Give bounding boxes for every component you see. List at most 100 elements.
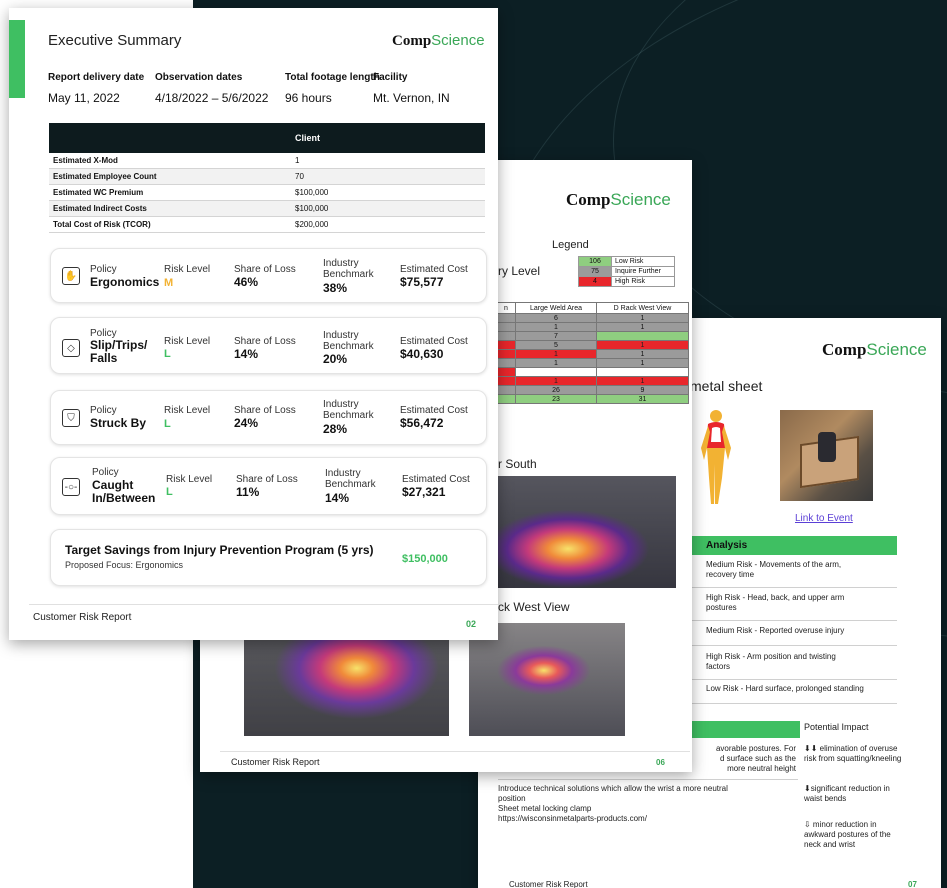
industry-benchmark-value: 38% [323,281,348,295]
heatmap-caption: ck West View [498,600,570,614]
compscience-logo: CompScience [822,340,927,359]
table-header-empty [49,123,291,153]
divider [220,751,690,752]
meta-value-delivery: May 11, 2022 [48,91,120,105]
legend-title: Legend [552,239,589,251]
industry-benchmark-value: 14% [325,491,350,505]
industry-benchmark-label: Industry Benchmark [325,468,376,490]
risk-level-label: Risk Level [164,264,211,275]
compscience-logo: CompScience [392,32,485,49]
meta-label-observation: Observation dates [155,72,243,83]
proposed-focus: Proposed Focus: Ergonomics [65,560,184,570]
policy-card-caught-in-between[interactable]: -○- Policy Caught In/Between Risk Level … [50,457,487,515]
table-row-value: $100,000 [291,200,485,217]
industry-benchmark-label: Industry Benchmark [323,258,374,280]
legend-label: Low Risk [611,256,675,267]
recommendation-text: avorable postures. For d surface such as… [715,744,796,773]
grid-cell [515,367,597,377]
share-of-loss-value: 14% [234,347,259,361]
grid-cell: 26 [515,385,597,395]
page-number: 02 [466,619,477,629]
policy-card-slip-trips-falls[interactable]: ◇ Policy Slip/Trips/ Falls Risk Level L … [50,317,487,374]
grid-cell [596,331,689,341]
divider [29,604,498,605]
compscience-logo: CompScience [566,190,671,209]
grid-cell: 6 [515,313,597,323]
table-row-label: Estimated Employee Count [49,168,291,185]
table-row-value: 70 [291,168,485,185]
policy-name: Caught In/Between [92,478,156,505]
risk-level-value: L [166,486,173,498]
industry-benchmark-value: 28% [323,422,348,436]
legend-count: 106 [578,256,612,267]
policy-label: Policy [90,264,117,275]
grid-cell: 1 [596,358,689,368]
meta-label-footage: Total footage length [285,72,380,83]
policy-name: Ergonomics [90,275,160,289]
impact-text: ⇩ minor reduction in awkward postures of… [804,820,891,849]
target-savings-title: Target Savings from Injury Prevention Pr… [65,543,374,557]
grid-cell: 1 [515,322,597,332]
page-footer: Customer Risk Report [509,880,588,888]
grid-cell: 31 [596,394,689,404]
page-footer: Customer Risk Report [33,612,132,623]
estimated-cost-value: $27,321 [402,485,446,499]
risk-level-value: L [164,348,171,360]
grid-cell: 1 [515,376,597,386]
legend-count: 4 [578,276,612,287]
estimated-cost-value: $75,577 [400,275,444,289]
analysis-row: High Risk - Head, back, and upper arm po… [690,593,897,621]
grid-cell: 1 [596,313,689,323]
page-footer: Customer Risk Report [231,757,320,767]
page-title: Executive Summary [48,32,182,49]
target-savings-card[interactable]: Target Savings from Injury Prevention Pr… [50,529,487,586]
grid-cell: 1 [596,340,689,350]
policy-card-ergonomics[interactable]: ✋ Policy Ergonomics Risk Level M Share o… [50,248,487,303]
meta-value-observation: 4/18/2022 – 5/6/2022 [155,91,269,105]
industry-benchmark-label: Industry Benchmark [323,330,374,352]
table-row-label: Estimated WC Premium [49,184,291,201]
grid-header: n [496,302,516,314]
industry-benchmark-label: Industry Benchmark [323,399,374,421]
impact-text: ⬇significant reduction in waist bends [804,784,890,803]
estimated-cost-label: Estimated Cost [402,474,470,485]
risk-level-value: L [164,418,171,430]
meta-label-delivery: Report delivery date [48,72,145,83]
page-number: 07 [908,880,917,888]
meta-label-facility: Facility [373,72,408,83]
table-row-label: Total Cost of Risk (TCOR) [49,216,291,233]
meta-value-facility: Mt. Vernon, IN [373,91,450,105]
legend-table: 106 Low Risk 75 Inquire Further 4 High Risk [578,256,675,287]
shield-icon: ⛉ [62,409,80,427]
grid-cell: 1 [515,358,597,368]
grid-cell: 9 [596,385,689,395]
grid-cell: 1 [596,322,689,332]
caught-between-icon: -○- [62,478,80,496]
policy-name: Struck By [90,416,147,430]
recommendation-text: Introduce technical solutions which allo… [498,784,728,823]
grid-cell: 5 [515,340,597,350]
analysis-header: Analysis [690,536,897,555]
grid-cell [596,367,689,377]
policy-name: Slip/Trips/ Falls [90,338,148,365]
policy-card-struck-by[interactable]: ⛉ Policy Struck By Risk Level L Share of… [50,390,487,445]
share-of-loss-value: 24% [234,416,259,430]
grid-header: D Rack West View [596,302,689,314]
heatmap-image[interactable] [496,476,676,588]
risk-level-label: Risk Level [164,405,211,416]
link-to-event[interactable]: Link to Event [795,513,853,524]
share-of-loss-label: Share of Loss [234,336,296,347]
legend-label: Inquire Further [611,266,675,277]
body-posture-figure [701,410,731,504]
recommendation-header [690,721,800,738]
grid-cell: 1 [596,376,689,386]
estimated-cost-value: $56,472 [400,416,444,430]
estimated-cost-label: Estimated Cost [400,336,468,347]
table-row-label: Estimated Indirect Costs [49,200,291,217]
risk-level-value: M [164,277,174,289]
estimated-cost-label: Estimated Cost [400,264,468,275]
risk-level-label: Risk Level [166,474,213,485]
grid-cell: 7 [515,331,597,341]
table-row-value: $200,000 [291,216,485,233]
event-thumbnail[interactable] [780,410,873,501]
